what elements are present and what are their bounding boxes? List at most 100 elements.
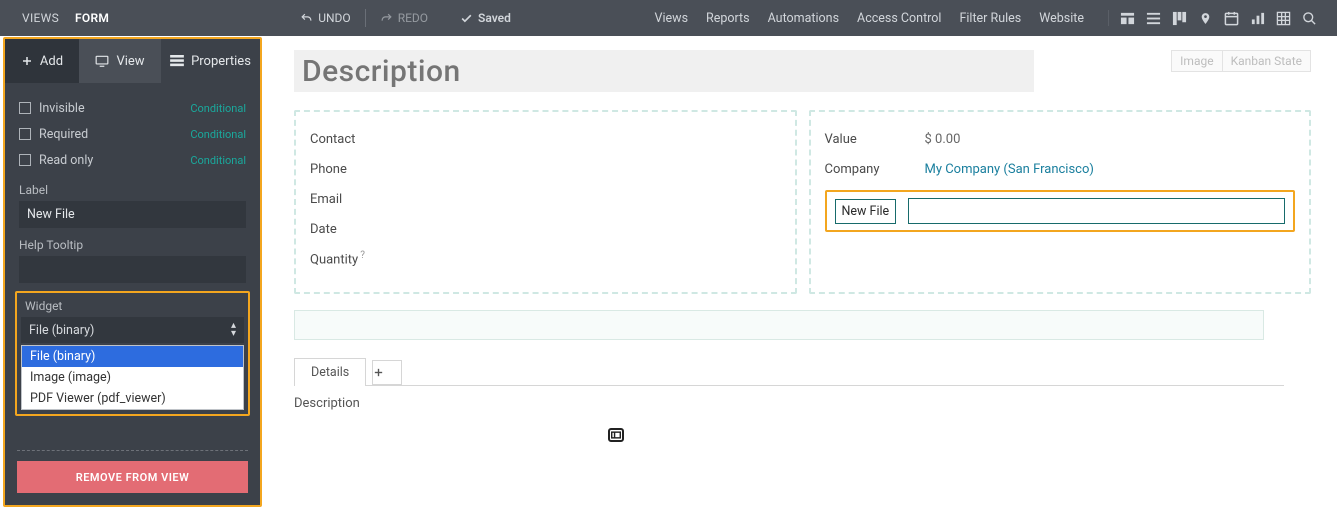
undo-label: UNDO [318,11,350,25]
widget-select[interactable]: File (binary) ▴▾ [21,317,244,343]
top-bar: VIEWS FORM UNDO REDO Saved Views Reports… [0,0,1337,36]
saved-indicator: Saved [452,7,519,29]
properties-panel: Add View Properties Invisible Conditiona… [3,37,262,507]
field-date[interactable]: Date [310,214,781,244]
redo-button[interactable]: REDO [372,7,436,29]
form-left-column: Contact Phone Email Date Quantity? [294,110,797,294]
saved-label: Saved [478,11,511,25]
undo-icon [300,12,313,25]
separator [365,9,366,27]
description-label: Description [294,396,1311,411]
plus-icon [373,367,401,378]
kanban-view-icon[interactable] [1171,10,1187,26]
help-tooltip-input[interactable] [19,256,246,283]
value-label: Value [825,132,925,147]
form-view-icon[interactable] [1119,10,1135,26]
plus-icon [21,55,33,67]
mode-views[interactable]: VIEWS [14,11,67,25]
undo-button[interactable]: UNDO [292,7,358,29]
label-input[interactable] [19,201,246,228]
nav-views[interactable]: Views [655,11,688,26]
pivot-view-icon[interactable] [1275,10,1291,26]
panel-body: Invisible Conditional Required Condition… [5,83,260,283]
remove-from-view-button[interactable]: REMOVE FROM VIEW [17,461,248,493]
invisible-conditional-link[interactable]: Conditional [190,102,246,115]
help-icon: ? [360,250,365,261]
invisible-label: Invisible [39,101,85,116]
field-quantity[interactable]: Quantity? [310,244,781,274]
label-field-label: Label [19,183,246,197]
prop-required-row: Required Conditional [19,121,246,147]
pill-image[interactable]: Image [1171,50,1222,72]
panel-tab-properties-label: Properties [191,54,251,69]
title-row: Image Kanban State [294,50,1311,92]
list-view-icon[interactable] [1145,10,1161,26]
field-phone[interactable]: Phone [310,154,781,184]
tab-details[interactable]: Details [294,358,366,386]
widget-option-image[interactable]: Image (image) [22,367,243,388]
help-tooltip-label: Help Tooltip [19,238,246,252]
field-value[interactable]: Value $ 0.00 [825,124,1296,154]
form-canvas: Image Kanban State Contact Phone Email D… [268,36,1337,518]
check-icon [460,12,473,25]
phone-label: Phone [310,162,410,177]
widget-dropdown: File (binary) Image (image) PDF Viewer (… [21,345,244,410]
map-view-icon[interactable] [1197,10,1213,26]
field-company[interactable]: Company My Company (San Francisco) [825,154,1296,184]
nav-website[interactable]: Website [1039,11,1084,26]
nav-filter-rules[interactable]: Filter Rules [959,11,1021,26]
form-right-column: Value $ 0.00 Company My Company (San Fra… [809,110,1312,294]
calendar-view-icon[interactable] [1223,10,1239,26]
quantity-label: Quantity? [310,250,410,267]
redo-label: REDO [398,11,428,25]
field-contact[interactable]: Contact [310,124,781,154]
pill-kanban-state[interactable]: Kanban State [1223,50,1311,72]
view-icons [1108,10,1327,26]
panel-tab-view[interactable]: View [79,39,161,83]
prop-readonly-row: Read only Conditional [19,147,246,173]
redo-icon [380,12,393,25]
graph-view-icon[interactable] [1249,10,1265,26]
readonly-label: Read only [39,153,93,168]
properties-icon [170,55,184,67]
form-tabs: Details [294,358,1311,386]
company-value[interactable]: My Company (San Francisco) [925,162,1094,177]
readonly-conditional-link[interactable]: Conditional [190,154,246,167]
mode-switch: VIEWS FORM [0,11,117,25]
new-file-label: New File [835,199,897,224]
required-label: Required [39,127,88,142]
notes-input[interactable] [294,310,1264,340]
readonly-checkbox[interactable]: Read only [19,153,93,168]
contact-label: Contact [310,132,410,147]
panel-tab-add[interactable]: Add [5,39,79,83]
panel-footer: REMOVE FROM VIEW [5,440,260,505]
corner-pills: Image Kanban State [1171,50,1311,72]
nav-automations[interactable]: Automations [768,11,839,26]
title-input[interactable] [294,50,1034,92]
history-controls: UNDO REDO Saved [292,7,519,29]
invisible-checkbox[interactable]: Invisible [19,101,85,116]
widget-label: Widget [21,299,244,313]
new-file-input[interactable] [908,198,1285,224]
form-grid: Contact Phone Email Date Quantity? Value… [294,110,1311,294]
company-label: Company [825,162,925,177]
widget-option-pdf[interactable]: PDF Viewer (pdf_viewer) [22,388,243,409]
value-value: $ 0.00 [925,132,961,147]
nav-reports[interactable]: Reports [706,11,750,26]
widget-option-file[interactable]: File (binary) [22,346,243,367]
divider [17,450,248,451]
email-label: Email [310,192,410,207]
panel-tabs: Add View Properties [5,39,260,83]
search-icon[interactable] [1301,10,1317,26]
date-label: Date [310,222,410,237]
panel-tab-properties[interactable]: Properties [161,39,260,83]
required-conditional-link[interactable]: Conditional [190,128,246,141]
panel-tab-add-label: Add [40,54,63,69]
mode-form[interactable]: FORM [67,11,117,25]
field-email[interactable]: Email [310,184,781,214]
required-checkbox[interactable]: Required [19,127,88,142]
prop-invisible-row: Invisible Conditional [19,95,246,121]
tab-add-button[interactable] [372,360,402,385]
expand-record-icon[interactable] [608,428,624,442]
nav-access-control[interactable]: Access Control [857,11,941,26]
